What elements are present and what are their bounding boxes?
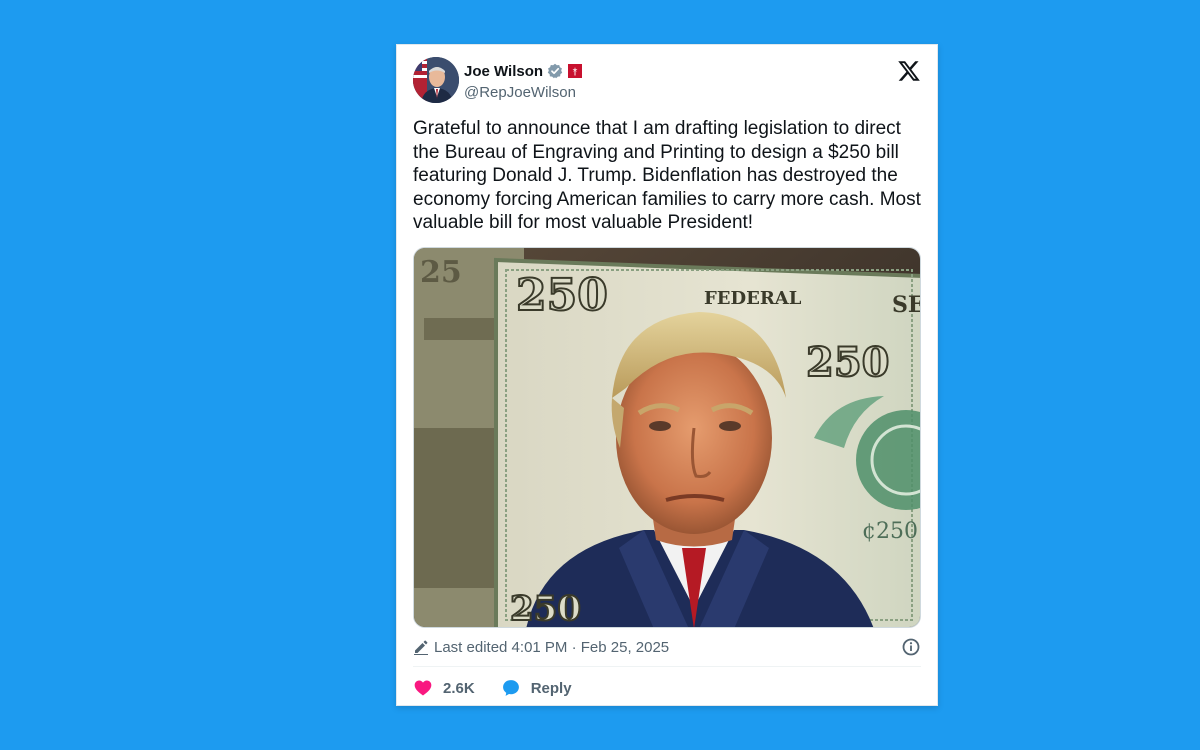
edited-timestamp[interactable]: Last edited 4:01 PM · Feb 25, 2025	[434, 639, 669, 656]
edited-timestamp-row: Last edited 4:01 PM · Feb 25, 2025	[413, 636, 921, 658]
bill-denomination-right: 250	[806, 339, 890, 386]
action-bar: 2.6K Reply	[413, 676, 572, 700]
reply-button[interactable]: Reply	[501, 678, 572, 698]
author-handle[interactable]: @RepJoeWilson	[464, 84, 576, 101]
like-button[interactable]: 2.6K	[413, 678, 475, 698]
author-name-row: Joe Wilson	[464, 61, 583, 81]
bill-text-federal: FEDERAL	[704, 288, 802, 309]
bill-denomination-top: 250	[516, 270, 608, 321]
heart-icon	[414, 680, 432, 696]
like-count: 2.6K	[443, 679, 475, 697]
reply-label: Reply	[530, 679, 572, 697]
bill-small-value: ¢250	[862, 519, 918, 544]
back-bill-digits: 25	[420, 255, 462, 290]
pencil-icon	[413, 639, 429, 655]
bill-denomination-bottom: 250	[510, 589, 581, 628]
author-name[interactable]: Joe Wilson	[464, 63, 543, 80]
tweet-card: Joe Wilson @RepJoeWilson Grateful to ann…	[396, 44, 938, 706]
tweet-header: Joe Wilson @RepJoeWilson	[413, 57, 921, 105]
verified-badge-icon	[547, 63, 563, 79]
bill-illustration: 25 250 FEDERAL SE 250 ¢250	[414, 248, 921, 628]
divider	[413, 666, 921, 667]
south-carolina-flag-icon	[567, 63, 583, 79]
tweet-media-image[interactable]: 25 250 FEDERAL SE 250 ¢250	[413, 247, 921, 628]
reply-bubble-icon	[502, 680, 519, 696]
x-logo-icon[interactable]	[897, 59, 921, 83]
bill-text-right: SE	[892, 292, 921, 318]
tweet-text: Grateful to announce that I am drafting …	[413, 118, 921, 233]
avatar[interactable]	[413, 57, 459, 103]
info-icon[interactable]	[901, 637, 921, 657]
